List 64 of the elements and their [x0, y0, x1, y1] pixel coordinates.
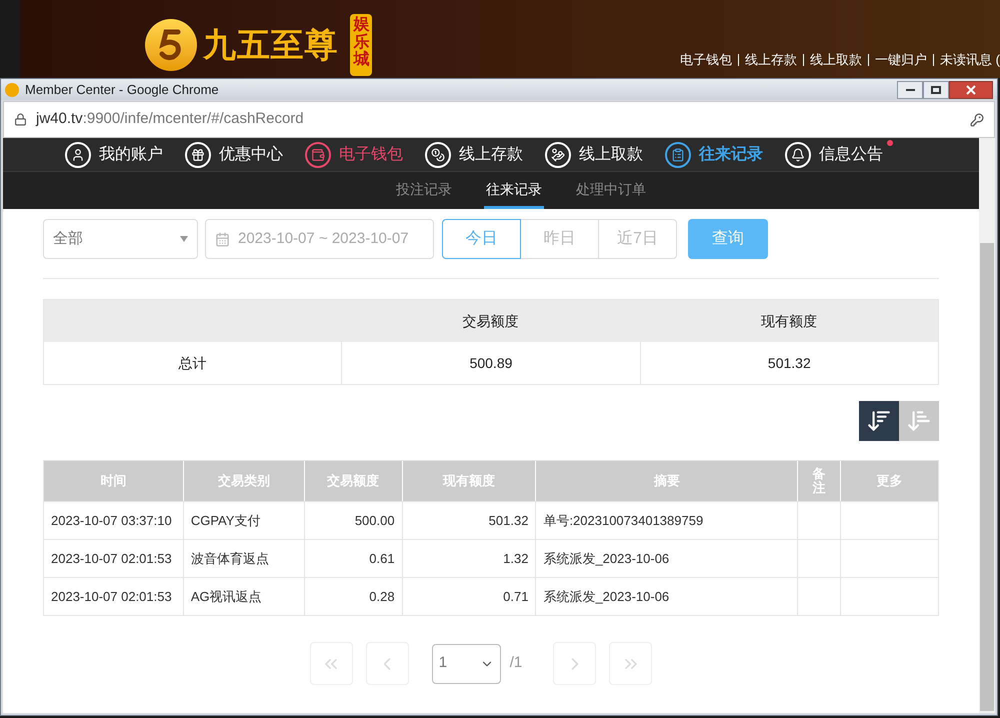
- table-cell-text: 2023-10-07 03:37:10: [51, 512, 172, 530]
- table-cell: 500.89: [341, 342, 640, 384]
- logo-icon: [145, 19, 197, 71]
- logo-text: 九五至尊: [203, 25, 338, 66]
- close-icon: [966, 84, 976, 94]
- clipboard-icon: [665, 142, 691, 168]
- sub-tab[interactable]: 处理中订单: [574, 172, 648, 209]
- nav-item[interactable]: 线上取款: [545, 142, 643, 168]
- user-icon: [65, 142, 91, 168]
- table-cell-text: 500.00: [354, 512, 395, 530]
- calendar-icon: [215, 232, 230, 246]
- table-cell-text: 0.28: [369, 588, 395, 606]
- nav-item[interactable]: 电子钱包: [305, 142, 403, 168]
- page-total: /1: [510, 653, 522, 674]
- table-cell-text: 1.32: [503, 550, 528, 568]
- table-cell-text: 波音体育返点: [190, 550, 269, 568]
- app-icon: [5, 82, 19, 96]
- address-bar[interactable]: jw40.tv:9900/infe/mcenter/#/cashRecord: [3, 101, 995, 138]
- type-select[interactable]: 全部: [43, 219, 198, 259]
- lock-icon: [14, 113, 27, 126]
- table-cell-text: 501.32: [488, 512, 528, 530]
- header-link[interactable]: 电子钱包: [680, 50, 732, 70]
- coins-icon: [425, 142, 451, 168]
- table-cell-text: 系统派发_2023-10-06: [543, 550, 670, 568]
- table-cell-text: 0.71: [503, 588, 528, 606]
- close-button[interactable]: [949, 80, 993, 98]
- hand-coins-icon: [545, 142, 571, 168]
- window-title: Member Center - Google Chrome: [25, 80, 219, 99]
- previous-page-button[interactable]: [366, 642, 409, 685]
- header-link[interactable]: 一键归户: [875, 50, 928, 70]
- first-page-button[interactable]: [310, 642, 353, 685]
- header-link[interactable]: 未读讯息 (: [940, 50, 1000, 70]
- gift-icon: [185, 142, 211, 168]
- nav-item[interactable]: 优惠中心: [185, 142, 283, 168]
- next-page-button[interactable]: [553, 642, 596, 685]
- nav-item[interactable]: 我的账户: [65, 142, 163, 168]
- header-link[interactable]: 线上存款: [745, 50, 798, 70]
- nav-item[interactable]: 信息公告: [785, 142, 883, 168]
- table-cell-text: 2023-10-07 02:01:53: [51, 550, 172, 568]
- column-header: 交易额度: [461, 312, 520, 330]
- nav-item[interactable]: 线上存款: [425, 142, 523, 168]
- table-cell-text: 单号:202310073401389759: [543, 512, 704, 530]
- page-select[interactable]: 1: [432, 644, 501, 684]
- column-header: 现有额度: [760, 312, 818, 330]
- nav-item[interactable]: 往来记录: [665, 142, 763, 168]
- header-link[interactable]: 线上取款: [810, 50, 862, 70]
- sort-descending-button[interactable]: [859, 401, 899, 441]
- table-cell-text: 总计: [178, 354, 208, 372]
- key-icon: [970, 112, 984, 126]
- table-cell-text: AG视讯返点: [190, 588, 262, 606]
- url-text: jw40.tv:9900/infe/mcenter/#/cashRecord: [36, 109, 304, 130]
- sub-tab[interactable]: 投注记录: [394, 172, 454, 209]
- wallet-icon: [305, 142, 331, 168]
- table-cell: 501.32: [640, 342, 938, 384]
- table-cell-text: 系统派发_2023-10-06: [543, 588, 670, 606]
- last-page-button[interactable]: [609, 642, 652, 685]
- table-cell-text: 0.61: [369, 550, 395, 568]
- minimize-button[interactable]: [897, 80, 923, 98]
- bell-icon: [785, 142, 811, 168]
- sub-tab[interactable]: 往来记录: [484, 172, 544, 209]
- table-cell-text: 2023-10-07 02:01:53: [51, 588, 172, 606]
- maximize-button[interactable]: [923, 80, 949, 98]
- logo-tag: 娱乐城: [350, 14, 372, 76]
- table-cell-text: CGPAY支付: [190, 512, 260, 530]
